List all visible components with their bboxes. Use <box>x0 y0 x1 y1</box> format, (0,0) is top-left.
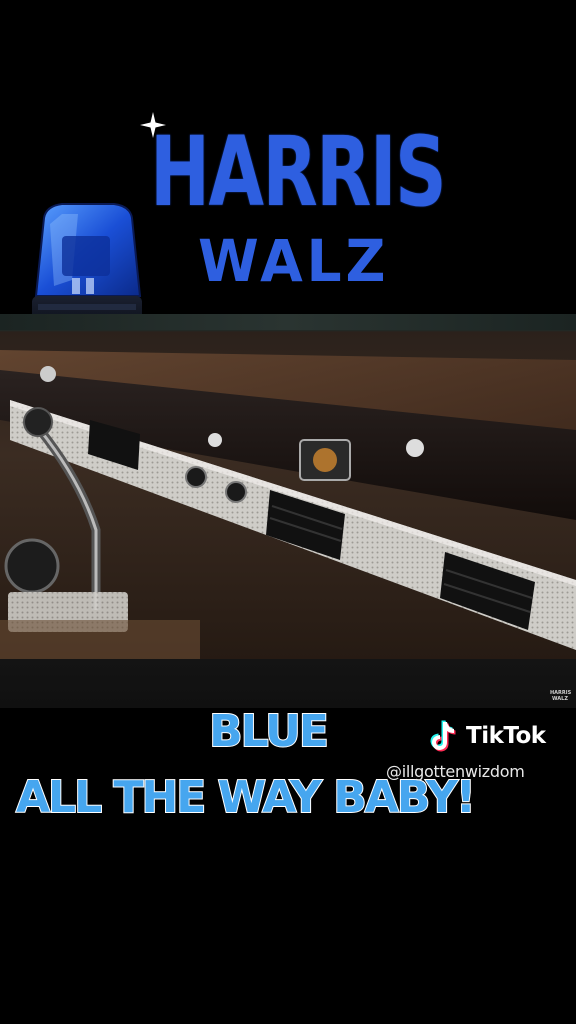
tiktok-video-frame: HARRIS WALZ HARRIS WALZ BLUE ALL THE WAY… <box>0 0 576 1024</box>
video-top-band <box>0 314 576 330</box>
logo-harris-text: HARRIS <box>150 115 447 228</box>
dashboard-image <box>0 350 576 675</box>
video-bottom-band <box>0 659 576 708</box>
tiktok-logo-icon <box>430 720 456 752</box>
tiktok-handle[interactable]: @illgottenwizdom <box>386 762 525 781</box>
video-frame[interactable]: HARRIS WALZ <box>0 314 576 708</box>
logo-walz-text: WALZ <box>198 227 390 295</box>
video-watermark: HARRIS WALZ <box>550 690 571 702</box>
sparkle-icon <box>140 112 166 138</box>
tiktok-watermark: TikTok <box>426 716 546 756</box>
tiktok-brand-text: TikTok <box>466 723 546 749</box>
video-watermark-line2: WALZ <box>552 696 568 702</box>
